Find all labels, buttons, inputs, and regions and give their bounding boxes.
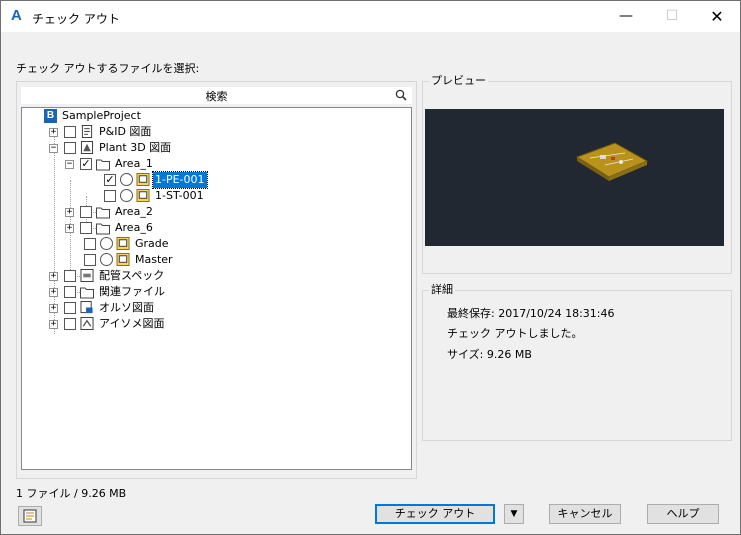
status-radio[interactable] (120, 189, 133, 202)
expand-toggle[interactable]: + (49, 304, 58, 313)
tree-node-area6[interactable]: + Area_6 (22, 220, 222, 236)
tree-node-pe001[interactable]: ✓ 1-PE-001 (22, 171, 242, 189)
tree-label-pe001: 1-PE-001 (152, 171, 208, 189)
window-title: チェック アウト (32, 12, 120, 26)
status-radio[interactable] (100, 237, 113, 250)
detail-size: サイズ: 9.26 MB (447, 348, 532, 361)
tree-label-piping-spec: 配管スペック (99, 269, 165, 282)
checkbox-checked[interactable]: ✓ (104, 174, 116, 186)
details-title: 詳細 (429, 281, 455, 297)
expand-toggle[interactable]: + (49, 128, 58, 137)
pid-icon (81, 125, 93, 138)
checkbox[interactable] (104, 190, 116, 202)
tree-label-master: Master (135, 253, 173, 266)
checkbox[interactable] (84, 254, 96, 266)
maximize-button[interactable]: ☐ (649, 1, 695, 32)
tree-label-root: SampleProject (62, 109, 141, 122)
checkbox[interactable] (64, 126, 76, 138)
folder-icon (96, 159, 110, 171)
checkbox[interactable] (80, 222, 92, 234)
checkbox-checked[interactable]: ✓ (80, 158, 92, 170)
expand-toggle[interactable]: + (49, 320, 58, 329)
checkout-options-dropdown[interactable]: ▼ (504, 504, 524, 524)
drawing-icon (136, 189, 150, 202)
checkout-dialog: A チェック アウト — ☐ ✕ チェック アウトするファイルを選択: 検索 B (0, 0, 741, 535)
folder-icon (96, 223, 110, 235)
tree-node-grade[interactable]: Grade (22, 236, 222, 252)
checkbox[interactable] (80, 206, 92, 218)
tree-node-area1[interactable]: − ✓ Area_1 (22, 156, 222, 172)
status-radio[interactable] (120, 173, 133, 186)
tree-label-area2: Area_2 (115, 205, 153, 218)
tree-label-area1: Area_1 (115, 157, 153, 170)
tree-label-area6: Area_6 (115, 221, 153, 234)
search-input[interactable]: 検索 (21, 87, 412, 104)
project-manager-button[interactable] (18, 506, 42, 526)
tree-node-related-files[interactable]: + 関連ファイル (22, 284, 222, 300)
drawing-icon (116, 237, 130, 250)
search-label: 検索 (205, 90, 228, 103)
search-icon[interactable] (395, 89, 407, 101)
spec-icon (80, 269, 94, 282)
close-button[interactable]: ✕ (694, 1, 740, 32)
tree-node-ortho[interactable]: + オルソ図面 (22, 300, 222, 316)
ortho-icon (80, 301, 93, 314)
tree-label-st001: 1-ST-001 (155, 189, 204, 202)
preview-thumbnail (425, 109, 724, 246)
expand-toggle[interactable]: + (65, 208, 74, 217)
folder-icon (80, 287, 94, 299)
folder-icon (96, 207, 110, 219)
tree-label-iso: アイソメ図面 (99, 317, 165, 330)
checkbox[interactable] (64, 142, 76, 154)
help-button[interactable]: ヘルプ (647, 504, 719, 524)
tree-label-ortho: オルソ図面 (99, 301, 154, 314)
tree-node-area2[interactable]: + Area_2 (22, 204, 222, 220)
checkbox[interactable] (64, 286, 76, 298)
checkout-button[interactable]: チェック アウト (375, 504, 495, 524)
autocad-app-icon: A (11, 7, 22, 24)
selection-summary: 1 ファイル / 9.26 MB (16, 487, 127, 500)
drawing-icon (116, 253, 130, 266)
tree-node-plant3d[interactable]: − Plant 3D 図面 (22, 140, 222, 156)
preview-title: プレビュー (429, 72, 488, 88)
project-manager-icon (23, 509, 37, 523)
checkbox[interactable] (84, 238, 96, 250)
iso-icon (80, 317, 94, 330)
checkbox[interactable] (64, 302, 76, 314)
checkbox[interactable] (64, 270, 76, 282)
model-preview-image (575, 142, 649, 181)
plant3d-icon (80, 141, 94, 154)
tree-node-piping-spec[interactable]: + 配管スペック (22, 268, 222, 284)
expand-toggle[interactable]: + (65, 224, 74, 233)
file-tree-pane: 検索 B SampleProject + P&ID 図面 − Plant 3D … (16, 81, 417, 479)
minimize-button[interactable]: — (603, 1, 649, 32)
tree-node-iso[interactable]: + アイソメ図面 (22, 316, 222, 332)
expand-toggle[interactable]: + (49, 288, 58, 297)
tree-label-grade: Grade (135, 237, 169, 250)
tree-node-st001[interactable]: 1-ST-001 (22, 188, 242, 204)
title-bar: A チェック アウト — ☐ ✕ (1, 1, 740, 32)
detail-status: チェック アウトしました。 (447, 327, 583, 340)
tree-label-related-files: 関連ファイル (99, 285, 165, 298)
collapse-toggle[interactable]: − (65, 160, 74, 169)
select-files-prompt: チェック アウトするファイルを選択: (16, 62, 200, 75)
tree-label-pid: P&ID 図面 (99, 125, 152, 138)
tree-label-plant3d: Plant 3D 図面 (99, 141, 172, 154)
drawing-icon (136, 173, 150, 186)
tree-node-master[interactable]: Master (22, 252, 222, 268)
tree-node-pid[interactable]: + P&ID 図面 (22, 124, 222, 140)
detail-last-saved: 最終保存: 2017/10/24 18:31:46 (447, 307, 615, 320)
project-tree[interactable]: B SampleProject + P&ID 図面 − Plant 3D 図面 … (21, 107, 412, 470)
cancel-button[interactable]: キャンセル (549, 504, 621, 524)
collapse-toggle[interactable]: − (49, 144, 58, 153)
project-icon: B (44, 109, 57, 123)
checkbox[interactable] (64, 318, 76, 330)
status-radio[interactable] (100, 253, 113, 266)
expand-toggle[interactable]: + (49, 272, 58, 281)
